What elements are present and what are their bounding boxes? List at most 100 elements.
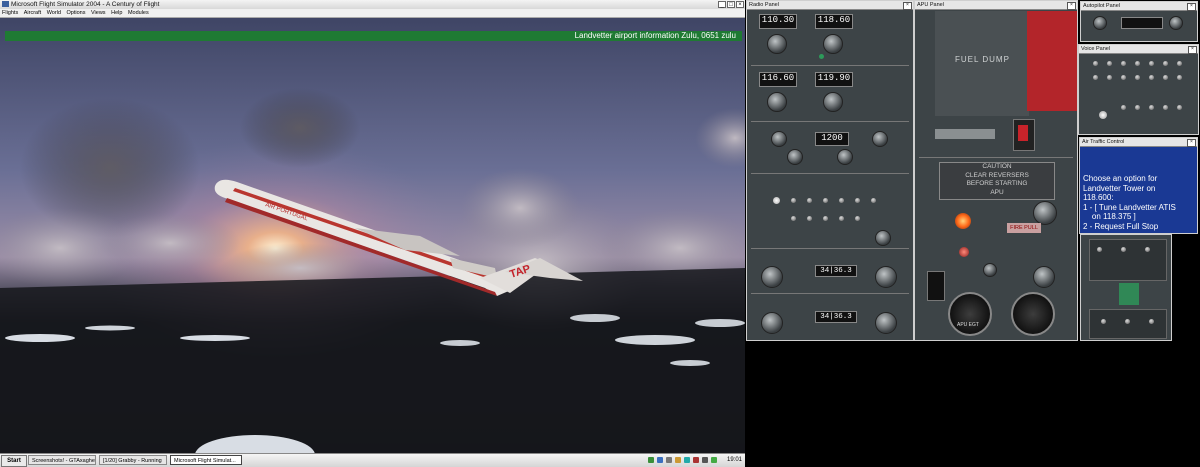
overhead-switch[interactable] [1121, 247, 1126, 252]
fuel-dump-switch[interactable] [1018, 125, 1028, 141]
close-button[interactable]: × [736, 1, 744, 8]
autopilot-display [1121, 17, 1163, 29]
menu-help[interactable]: Help [111, 10, 122, 16]
menu-flights[interactable]: Flights [2, 10, 18, 16]
radio-panel-close-button[interactable]: × [903, 1, 912, 10]
taskbar-clock[interactable]: 19:01 [727, 455, 742, 466]
atc-option-1[interactable]: 1 - [ Tune Landvetter ATIS [1083, 203, 1194, 213]
voice-switch[interactable] [1149, 61, 1154, 66]
transponder-mode-knob[interactable] [872, 131, 888, 147]
tray-network-icon[interactable] [648, 457, 654, 463]
audio-switch-11[interactable] [855, 216, 860, 221]
voice-switch[interactable] [1177, 105, 1182, 110]
overhead-switch[interactable] [1097, 247, 1102, 252]
auto-fire-shutdown-switch[interactable] [927, 271, 945, 301]
voice-switch[interactable] [1107, 75, 1112, 80]
voice-switch[interactable] [1135, 75, 1140, 80]
taskbar-item-screenshots[interactable]: Screenshots! - GTAxaghe... [28, 455, 96, 465]
tray-misc-icon[interactable] [702, 457, 708, 463]
audio-switch-7[interactable] [791, 216, 796, 221]
taskbar-item-grabby[interactable]: [1/20] Grabby - Running [99, 455, 167, 465]
voice-switch[interactable] [1177, 75, 1182, 80]
nav2-freq-knob[interactable] [875, 312, 897, 334]
audio-switch-4[interactable] [839, 198, 844, 203]
nav2-knob[interactable] [761, 312, 783, 334]
autopilot-knob-2[interactable] [1093, 16, 1107, 30]
voice-panel-title-bar[interactable]: Voice Panel × [1079, 45, 1198, 54]
autopilot-panel-title: Autopilot Panel [1083, 3, 1120, 9]
audio-switch-10[interactable] [839, 216, 844, 221]
taskbar-item-flight-simulator[interactable]: Microsoft Flight Simulat... [170, 455, 242, 465]
voice-switch[interactable] [1163, 61, 1168, 66]
radio-panel-title-bar[interactable]: Radio Panel × [747, 1, 913, 10]
menu-views[interactable]: Views [91, 10, 106, 16]
menu-modules[interactable]: Modules [128, 10, 149, 16]
tray-security-icon[interactable] [675, 457, 681, 463]
voice-switch[interactable] [1121, 61, 1126, 66]
menu-aircraft[interactable]: Aircraft [24, 10, 41, 16]
caution-placard: CAUTION CLEAR REVERSERS BEFORE STARTING … [939, 162, 1055, 200]
autopilot-knob[interactable] [1169, 16, 1183, 30]
fire-pull-handle[interactable]: FIRE PULL [1007, 223, 1041, 233]
maximize-button[interactable]: □ [727, 1, 735, 8]
tray-volume-icon[interactable] [666, 457, 672, 463]
atc-close-button[interactable]: × [1187, 138, 1196, 147]
apu-panel-close-button[interactable]: × [1067, 1, 1076, 10]
audio-switch-8[interactable] [807, 216, 812, 221]
bottle-discharge-knob[interactable] [1033, 266, 1055, 288]
voice-switch[interactable] [1163, 105, 1168, 110]
voice-switch[interactable] [1149, 75, 1154, 80]
atc-option-1-cont[interactable]: on 118.375 ] [1083, 212, 1194, 222]
start-button[interactable]: Start [1, 455, 27, 467]
overhead-switch[interactable] [1145, 247, 1150, 252]
voice-switch[interactable] [1163, 75, 1168, 80]
audio-switch-3[interactable] [823, 198, 828, 203]
tray-alert-icon[interactable] [693, 457, 699, 463]
audio-switch-1[interactable] [791, 198, 796, 203]
overhead-switch[interactable] [1149, 319, 1154, 324]
voice-switch[interactable] [1121, 105, 1126, 110]
voice-switch[interactable] [1107, 61, 1112, 66]
minimize-button[interactable]: _ [718, 1, 726, 8]
menu-world[interactable]: World [47, 10, 61, 16]
tray-app-icon[interactable] [657, 457, 663, 463]
flight-scene[interactable]: TAP AIR PORTUGAL Landvetter airport info… [0, 18, 745, 453]
caution-line: CLEAR REVERSERS [965, 171, 1029, 179]
apu-door-switch[interactable] [983, 263, 997, 277]
adf-knob-2[interactable] [837, 149, 853, 165]
transponder-knob[interactable] [771, 131, 787, 147]
audio-switch-6[interactable] [871, 198, 876, 203]
voice-switch[interactable] [1093, 75, 1098, 80]
tray-update-icon[interactable] [684, 457, 690, 463]
overhead-switch[interactable] [1125, 319, 1130, 324]
atc-title-bar[interactable]: Air Traffic Control × [1080, 138, 1197, 147]
nav1-knob[interactable] [761, 266, 783, 288]
adf-knob[interactable] [787, 149, 803, 165]
voice-panel-close-button[interactable]: × [1188, 45, 1197, 54]
autopilot-panel-close-button[interactable]: × [1187, 2, 1196, 11]
voice-switch[interactable] [1135, 61, 1140, 66]
voice-switch[interactable] [1093, 61, 1098, 66]
com1-standby-knob[interactable] [823, 34, 843, 54]
apu-panel-title-bar[interactable]: APU Panel × [915, 1, 1077, 10]
voice-switch[interactable] [1121, 75, 1126, 80]
voice-switch[interactable] [1177, 61, 1182, 66]
volume-knob[interactable] [875, 230, 891, 246]
audio-switch-2[interactable] [807, 198, 812, 203]
com1-tune-knob[interactable] [767, 34, 787, 54]
apu-master-knob[interactable] [1033, 201, 1057, 225]
voice-switch[interactable] [1149, 105, 1154, 110]
overhead-switch[interactable] [1101, 319, 1106, 324]
radio-panel-title: Radio Panel [749, 2, 779, 8]
menu-options[interactable]: Options [66, 10, 85, 16]
com2-standby-knob[interactable] [823, 92, 843, 112]
voice-switch[interactable] [1135, 105, 1140, 110]
atc-option-2[interactable]: 2 - Request Full Stop [1083, 222, 1194, 232]
audio-switch-5[interactable] [855, 198, 860, 203]
audio-switch-9[interactable] [823, 216, 828, 221]
fuel-dump-cover[interactable] [1027, 11, 1077, 111]
com2-tune-knob[interactable] [767, 92, 787, 112]
tray-misc-icon-2[interactable] [711, 457, 717, 463]
nav1-freq-knob[interactable] [875, 266, 897, 288]
autopilot-panel-title-bar[interactable]: Autopilot Panel × [1081, 2, 1197, 11]
